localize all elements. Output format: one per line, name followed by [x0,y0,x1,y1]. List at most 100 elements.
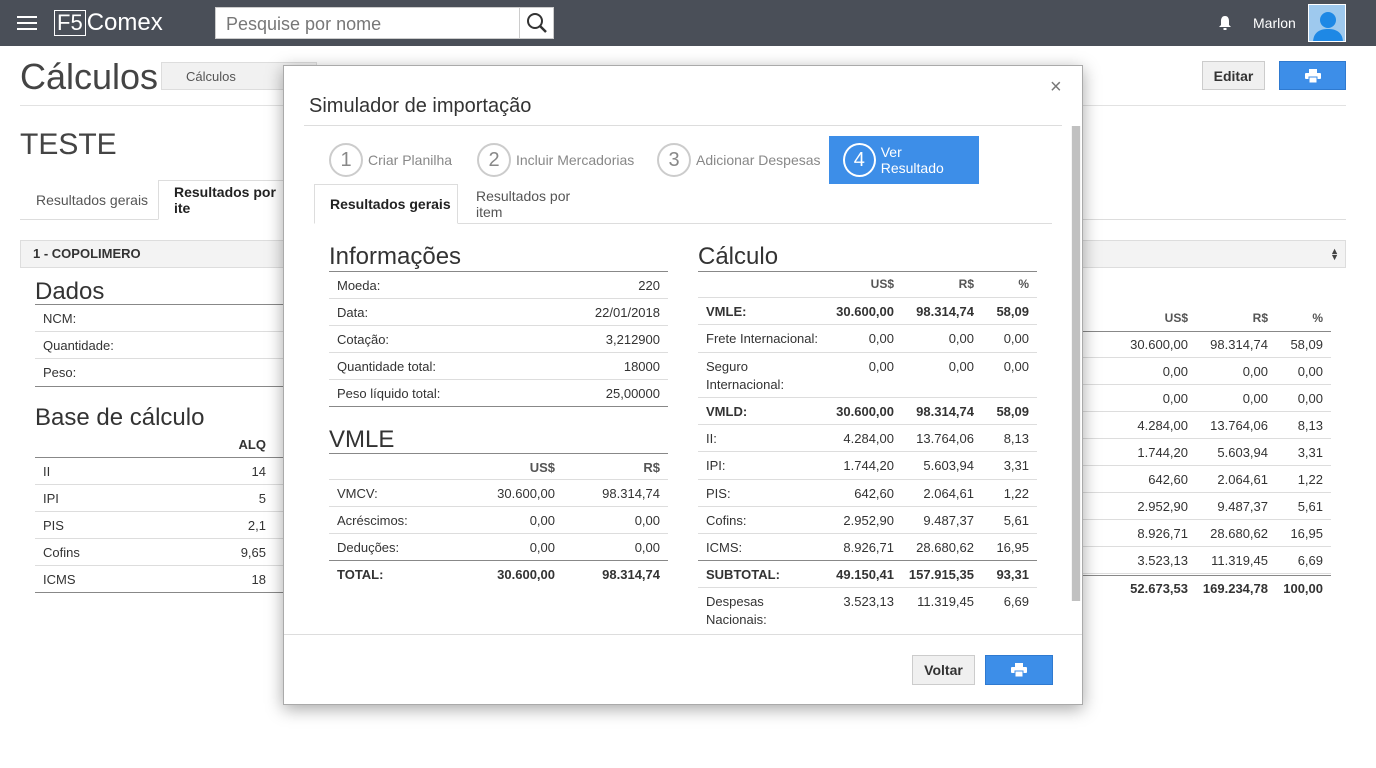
row-divider [35,592,285,593]
calc-pct: 6,69 [1003,594,1029,609]
calculo-title: Cálculo [698,243,779,270]
step-number: 4 [843,143,876,177]
print-button[interactable] [1279,61,1346,90]
bg-cell: 0,00 [1242,364,1268,379]
bg-cell: 1.744,20 [1137,445,1188,460]
calc-label: Nacionais: [706,612,767,627]
scrollbar-thumb[interactable] [1072,126,1080,601]
calc-pct: 0,00 [1003,359,1029,374]
vmle-header-usd: US$ [529,460,555,475]
calc-usd: 8.926,71 [843,540,894,555]
edit-button[interactable]: Editar [1202,61,1265,90]
row-divider [1083,357,1331,358]
calc-label: VMLE: [706,304,747,319]
user-name[interactable]: Marlon [1253,15,1296,31]
step-label: Criar Planilha [368,152,453,168]
bg-total-cell: 100,00 [1283,581,1323,596]
calc-label: ICMS: [706,540,743,555]
modal-tab-resultados-por-item[interactable]: Resultados por item [460,184,600,224]
informacoes-title: Informações [329,243,462,270]
step-adicionar-despesas[interactable]: 3 Adicionar Despesas [657,136,821,184]
calc-pct: 16,95 [996,540,1029,555]
calc-pct: 0,00 [1003,331,1029,346]
info-value: 22/01/2018 [594,305,660,320]
modal-title: Simulador de importação [309,95,532,117]
menu-icon[interactable] [17,16,37,30]
vmle-total-label: TOTAL: [337,567,384,582]
calc-usd: 30.600,00 [836,404,894,419]
step-ver-resultado[interactable]: 4 Ver Resultado [829,136,979,184]
modal-divider [304,125,1062,126]
calc-pct: 58,09 [996,404,1029,419]
row-divider [698,352,1037,353]
calc-header-brl: R$ [958,277,974,291]
search-icon [526,13,547,33]
calc-label: Cofins: [706,513,747,528]
calc-brl: 2.064,61 [923,486,974,501]
bg-cell: 6,69 [1297,553,1323,568]
info-label: Moeda: [337,278,381,293]
import-simulator-modal: Simulador de importação × 1 Criar Planil… [283,65,1083,705]
bg-cell: 4.284,00 [1137,418,1188,433]
row-divider [698,324,1037,325]
search-input[interactable]: Pesquise por nome [215,7,554,39]
breadcrumb-item[interactable]: Cálculos [162,69,260,84]
base-row-alq: 9,65 [240,545,266,560]
calc-label: IPI: [706,458,726,473]
tab-resultados-gerais[interactable]: Resultados gerais [20,180,158,220]
user-avatar-icon[interactable] [1308,4,1346,42]
row-divider [1083,384,1331,385]
voltar-button[interactable]: Voltar [912,655,975,685]
modal-print-button[interactable] [985,655,1053,685]
logo-box: F5 [54,10,86,36]
calc-label: II: [706,431,717,446]
row-divider [329,325,668,326]
dados-title: Dados [35,278,105,305]
calc-label: Frete Internacional: [706,331,819,346]
calc-pct: 1,22 [1003,486,1029,501]
info-value: 3,212900 [605,332,660,347]
bg-cell: 0,00 [1297,391,1323,406]
row-divider [1083,331,1331,332]
row-divider [1083,411,1331,412]
bg-cell: 9.487,37 [1217,499,1268,514]
bg-cell: 2.064,61 [1217,472,1268,487]
calc-header-usd: US$ [870,277,894,291]
chevron-updown-icon: ▲ ▼ [1330,246,1339,262]
calc-pct: 5,61 [1003,513,1029,528]
row-divider [35,565,285,566]
base-row-alq: 5 [258,491,266,506]
calc-pct: 93,31 [996,567,1029,582]
info-value: 25,00000 [605,386,660,401]
calc-label: VMLD: [706,404,748,419]
row-divider [1083,546,1331,547]
vmle-header-brl: R$ [643,460,660,475]
step-label: Ver Resultado [880,144,944,176]
step-criar-planilha[interactable]: 1 Criar Planilha [329,136,452,184]
modal-tab-resultados-gerais[interactable]: Resultados gerais [314,184,458,224]
calc-usd: 0,00 [868,331,894,346]
info-label: Quantidade total: [337,359,437,374]
row-divider [1083,573,1331,574]
bg-cell: 0,00 [1297,364,1323,379]
step-label: Adicionar Despesas [696,152,821,168]
calc-brl: 13.764,06 [916,431,974,446]
close-icon[interactable]: × [1050,76,1062,99]
bell-icon[interactable] [1218,15,1232,31]
app-logo[interactable]: F5 Comex [54,9,163,37]
vmle-brl: 98.314,74 [602,486,660,501]
calc-brl: 157.915,35 [908,567,974,582]
tab-resultados-por-item[interactable]: Resultados por ite [158,180,288,220]
base-row-label: Cofins [43,545,80,560]
calc-pct: 58,09 [996,304,1029,319]
base-row-label: ICMS [43,572,76,587]
item-select-value: 1 - COPOLIMERO [33,246,141,261]
search-button[interactable] [519,8,553,38]
row-divider [329,352,668,353]
base-row-label: PIS [43,518,64,533]
step-incluir-mercadorias[interactable]: 2 Incluir Mercadorias [477,136,634,184]
vmle-usd: 0,00 [529,513,555,528]
bg-cell: 3.523,13 [1137,553,1188,568]
vmle-usd: 0,00 [529,540,555,555]
row-divider [698,479,1037,480]
